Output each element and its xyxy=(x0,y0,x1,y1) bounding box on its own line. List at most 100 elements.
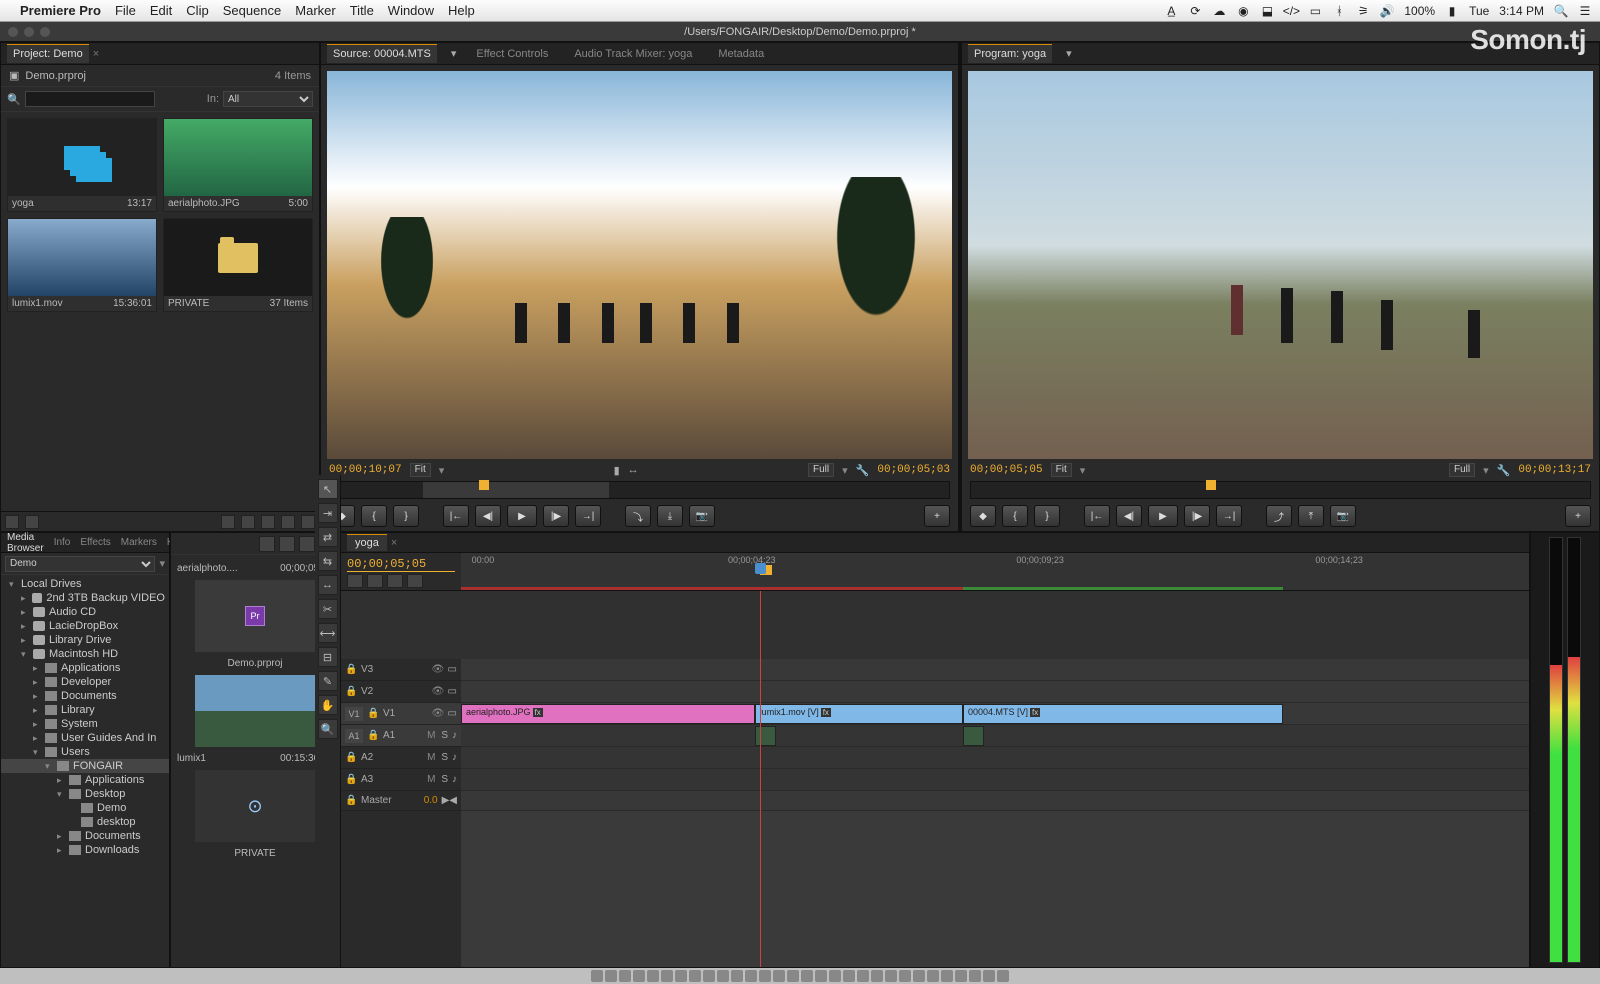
export-frame-button[interactable]: 📷 xyxy=(1330,505,1356,527)
track-row-a3[interactable] xyxy=(461,769,1529,791)
dock-app-icon[interactable] xyxy=(997,970,1009,982)
extract-button[interactable]: ⤒ xyxy=(1298,505,1324,527)
timeline-tracks[interactable]: aerialphoto.JPGfx lumix1.mov [V]fx 00004… xyxy=(461,591,1529,967)
volume-icon[interactable]: 🔊 xyxy=(1380,4,1394,18)
selection-tool[interactable]: ↖ xyxy=(318,479,338,499)
project-search-input[interactable] xyxy=(25,91,155,107)
slip-tool[interactable]: ⟷ xyxy=(318,623,338,643)
pen-tool[interactable]: ✎ xyxy=(318,671,338,691)
dropdown-icon[interactable]: ▾ xyxy=(842,464,848,477)
metadata-tab[interactable]: Metadata xyxy=(712,45,770,63)
marker-icon[interactable]: ▮ xyxy=(614,464,620,477)
battery-icon[interactable]: ▮ xyxy=(1445,4,1459,18)
rolling-edit-tool[interactable]: ⇆ xyxy=(318,551,338,571)
menu-help[interactable]: Help xyxy=(448,3,475,18)
bin-lumix[interactable]: lumix1.mov15:36:01 xyxy=(7,218,157,312)
play-button[interactable]: ▶ xyxy=(1148,505,1178,527)
go-to-in-button[interactable]: |← xyxy=(443,505,469,527)
track-row-v3[interactable] xyxy=(461,659,1529,681)
dropdown-icon[interactable]: ▾ xyxy=(1080,464,1086,477)
track-row-master[interactable] xyxy=(461,791,1529,811)
dock-app-icon[interactable] xyxy=(885,970,897,982)
tree-item[interactable]: Audio CD xyxy=(1,605,169,619)
dock-app-icon[interactable] xyxy=(661,970,673,982)
play-button[interactable]: ▶ xyxy=(507,505,537,527)
find-icon[interactable] xyxy=(241,515,255,529)
program-quality-dropdown[interactable]: Full xyxy=(1449,463,1475,477)
info-tab[interactable]: Info xyxy=(54,537,71,548)
program-tab[interactable]: Program: yoga xyxy=(968,44,1052,63)
step-back-button[interactable]: ◀| xyxy=(1116,505,1142,527)
time-ruler[interactable]: 00:00 00;00;04;23 00;00;09;23 00;00;14;2… xyxy=(461,553,1529,590)
tree-item[interactable]: LacieDropBox xyxy=(1,619,169,633)
notification-center-icon[interactable]: ☰ xyxy=(1578,4,1592,18)
dropbox-icon[interactable]: ⬓ xyxy=(1260,4,1274,18)
track-v2[interactable]: 🔒V2👁▭ xyxy=(341,681,461,703)
track-select-tool[interactable]: ⇥ xyxy=(318,503,338,523)
cloud-icon[interactable]: ☁ xyxy=(1212,4,1226,18)
dock-app-icon[interactable] xyxy=(801,970,813,982)
tree-item[interactable]: Developer xyxy=(1,675,169,689)
dropdown-icon[interactable]: ▾ xyxy=(451,47,457,60)
program-tc-dur[interactable]: 00;00;13;17 xyxy=(1518,464,1591,476)
tree-item[interactable]: Library xyxy=(1,703,169,717)
menu-file[interactable]: File xyxy=(115,3,136,18)
insert-button[interactable]: ⤵ xyxy=(625,505,651,527)
dock-app-icon[interactable] xyxy=(969,970,981,982)
filetype-icon[interactable] xyxy=(299,536,315,552)
notif-icon[interactable]: ◉ xyxy=(1236,4,1250,18)
adobe-icon[interactable]: A̲ xyxy=(1164,4,1178,18)
export-frame-button[interactable]: 📷 xyxy=(689,505,715,527)
tree-item[interactable]: 2nd 3TB Backup VIDEO xyxy=(1,591,169,605)
mark-in-icon[interactable]: { xyxy=(361,505,387,527)
track-row-v2[interactable] xyxy=(461,681,1529,703)
slide-tool[interactable]: ⊟ xyxy=(318,647,338,667)
dropdown-icon[interactable]: ▾ xyxy=(439,464,445,477)
menubar-time[interactable]: 3:14 PM xyxy=(1499,4,1544,18)
forward-icon[interactable] xyxy=(279,536,295,552)
track-a2[interactable]: 🔒A2MS♪ xyxy=(341,747,461,769)
track-row-v1[interactable]: aerialphoto.JPGfx lumix1.mov [V]fx 00004… xyxy=(461,703,1529,725)
razor-tool[interactable]: ✂ xyxy=(318,599,338,619)
button-editor-icon[interactable]: + xyxy=(924,505,950,527)
settings-icon[interactable]: 🔧 xyxy=(856,464,870,477)
menu-title[interactable]: Title xyxy=(350,3,374,18)
media-browser-tab[interactable]: Media Browser xyxy=(7,532,44,554)
window-close[interactable] xyxy=(8,27,18,37)
tree-local-drives[interactable]: Local Drives xyxy=(1,577,169,591)
bin-private[interactable]: PRIVATE37 Items xyxy=(163,218,313,312)
close-icon[interactable]: × xyxy=(93,48,99,60)
timeline-tc[interactable]: 00;00;05;05 xyxy=(347,557,455,572)
automate-icon[interactable] xyxy=(221,515,235,529)
marker-icon[interactable] xyxy=(387,574,403,588)
clip-audio1[interactable] xyxy=(755,726,776,746)
tree-item[interactable]: Documents xyxy=(1,829,169,843)
program-scrubber[interactable] xyxy=(970,481,1591,499)
hand-tool[interactable]: ✋ xyxy=(318,695,338,715)
dock-app-icon[interactable] xyxy=(815,970,827,982)
mark-in-button[interactable]: ◆ xyxy=(970,505,996,527)
step-forward-button[interactable]: |▶ xyxy=(1184,505,1210,527)
ripple-edit-tool[interactable]: ⇄ xyxy=(318,527,338,547)
clip-lumix[interactable]: lumix1.mov [V]fx xyxy=(755,704,963,724)
clear-icon[interactable] xyxy=(301,515,315,529)
rate-stretch-tool[interactable]: ↔ xyxy=(318,575,338,595)
dock-app-icon[interactable] xyxy=(871,970,883,982)
track-v1[interactable]: V1🔒V1👁▭ xyxy=(341,703,461,725)
snap-icon[interactable] xyxy=(347,574,363,588)
dock-app-icon[interactable] xyxy=(619,970,631,982)
dock-app-icon[interactable] xyxy=(717,970,729,982)
lift-button[interactable]: ⤴ xyxy=(1266,505,1292,527)
audio-mixer-tab[interactable]: Audio Track Mixer: yoga xyxy=(568,45,698,63)
source-video[interactable] xyxy=(327,71,952,459)
icon-view-icon[interactable] xyxy=(25,515,39,529)
effects-tab[interactable]: Effects xyxy=(80,537,110,548)
back-icon[interactable] xyxy=(259,536,275,552)
dock-app-icon[interactable] xyxy=(605,970,617,982)
track-row-a1[interactable] xyxy=(461,725,1529,747)
effect-controls-tab[interactable]: Effect Controls xyxy=(470,45,554,63)
bluetooth-icon[interactable]: ᚼ xyxy=(1332,4,1346,18)
dock-app-icon[interactable] xyxy=(941,970,953,982)
spotlight-icon[interactable]: 🔍 xyxy=(1554,4,1568,18)
playhead-line[interactable] xyxy=(760,591,761,967)
